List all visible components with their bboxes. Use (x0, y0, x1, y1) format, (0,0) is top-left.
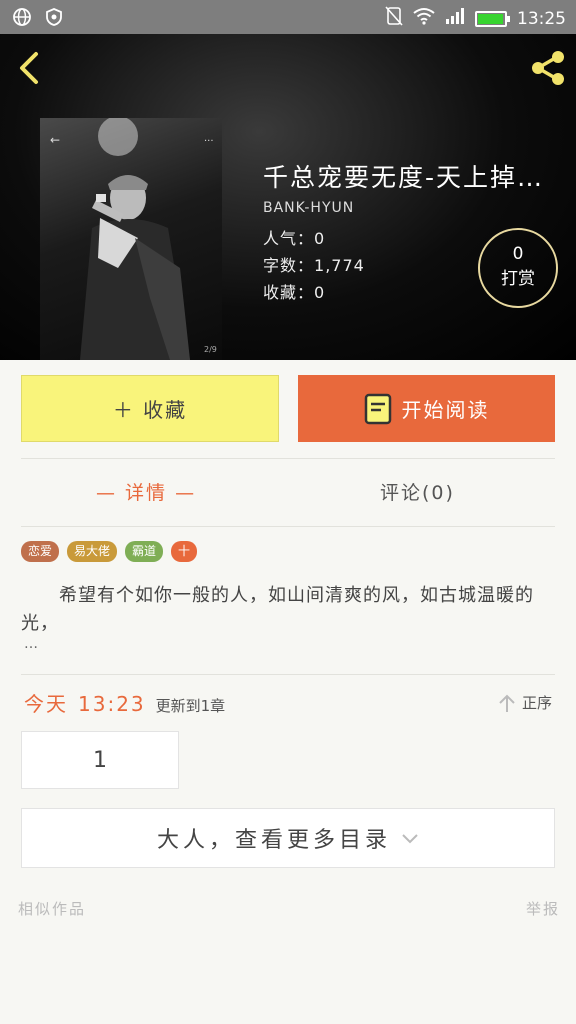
status-bar: 13:25 (0, 0, 576, 34)
update-info: 今天 13:23 更新到1章 (24, 688, 225, 717)
start-reading-button[interactable]: 开始阅读 (298, 375, 555, 442)
book-title: 千总宠要无度-天上掉… (263, 163, 545, 192)
divider (21, 458, 555, 459)
globe-icon (12, 7, 32, 31)
battery-icon (475, 10, 510, 27)
stat-popularity: 人气：0 (263, 229, 326, 248)
arrow-up-icon (499, 694, 515, 712)
tip-label: 打赏 (501, 269, 535, 289)
chapter-item[interactable]: 1 (21, 731, 179, 789)
tag[interactable]: 霸道 (125, 541, 164, 562)
signal-icon (445, 8, 465, 29)
more-catalog-button[interactable]: 大人，查看更多目录 (21, 808, 555, 868)
tag-more[interactable]: 十 (171, 541, 198, 562)
similar-works-label: 相似作品 (18, 900, 87, 918)
share-button[interactable] (528, 48, 568, 88)
tag[interactable]: 恋爱 (21, 541, 60, 562)
sort-label: 正序 (521, 694, 552, 712)
svg-text:2/9: 2/9 (204, 345, 217, 354)
book-description: 希望有个如你一般的人，如山间清爽的风，如古城温暖的光， (21, 585, 534, 634)
update-day: 今天 (24, 692, 68, 716)
report-link[interactable]: 举报 (526, 898, 560, 919)
tab-detail[interactable]: — 详情 — (96, 478, 196, 505)
divider (21, 526, 555, 527)
svg-text:···: ··· (204, 136, 214, 147)
tip-button[interactable]: 0 打赏 (478, 228, 558, 308)
read-label: 开始阅读 (401, 398, 490, 422)
book-cover-image[interactable]: ← ··· 2/9 (40, 118, 222, 360)
tab-comments[interactable]: 评论(0) (380, 478, 455, 505)
no-sim-icon (385, 6, 403, 31)
share-icon (532, 51, 564, 85)
svg-text:←: ← (50, 133, 60, 147)
book-header: ← ··· 2/9 千总宠要无度-天上掉… BANK-HYUN 人气：0 字数：… (0, 34, 576, 360)
update-text: 更新到1章 (155, 697, 226, 715)
chevron-left-icon (20, 52, 38, 84)
tip-count: 0 (512, 244, 524, 264)
more-catalog-label: 大人，查看更多目录 (156, 828, 391, 853)
tag-list: 恋爱 易大佬 霸道 十 (21, 541, 198, 562)
clock-time: 13:25 (517, 8, 566, 29)
update-time: 13:23 (78, 692, 146, 716)
sort-order-button[interactable]: 正序 (498, 692, 552, 713)
tag[interactable]: 易大佬 (67, 541, 118, 562)
book-author[interactable]: BANK-HYUN (263, 200, 354, 216)
shield-icon (44, 7, 64, 31)
chevron-down-icon (402, 834, 418, 844)
stat-favorites: 收藏：0 (263, 283, 326, 302)
wifi-icon (413, 7, 435, 30)
back-button[interactable] (10, 48, 50, 88)
favorite-label: ＋ 收藏 (112, 398, 188, 422)
description-expand[interactable]: … (24, 636, 38, 652)
add-favorite-button[interactable]: ＋ 收藏 (21, 375, 279, 442)
stat-word-count: 字数：1,774 (263, 256, 365, 275)
book-icon (364, 393, 392, 425)
divider (21, 674, 555, 675)
